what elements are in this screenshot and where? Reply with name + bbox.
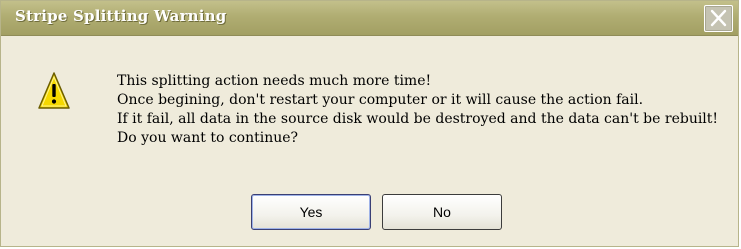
warning-icon (38, 72, 70, 109)
close-button[interactable] (704, 5, 733, 32)
warning-dialog: Stripe Splitting Warning This splitting … (0, 0, 739, 247)
title-bar[interactable]: Stripe Splitting Warning (1, 1, 738, 36)
dialog-title: Stripe Splitting Warning (15, 7, 227, 25)
message-line: Do you want to continue? (117, 130, 299, 146)
message-line: This splitting action needs much more ti… (117, 73, 432, 89)
close-icon (710, 9, 727, 27)
no-button[interactable]: No (382, 194, 502, 230)
message-line: If it fail, all data in the source disk … (117, 111, 719, 127)
message-line: Once begining, don't restart your comput… (117, 92, 644, 108)
warning-message: This splitting action needs much more ti… (117, 72, 718, 148)
yes-button[interactable]: Yes (251, 194, 371, 230)
